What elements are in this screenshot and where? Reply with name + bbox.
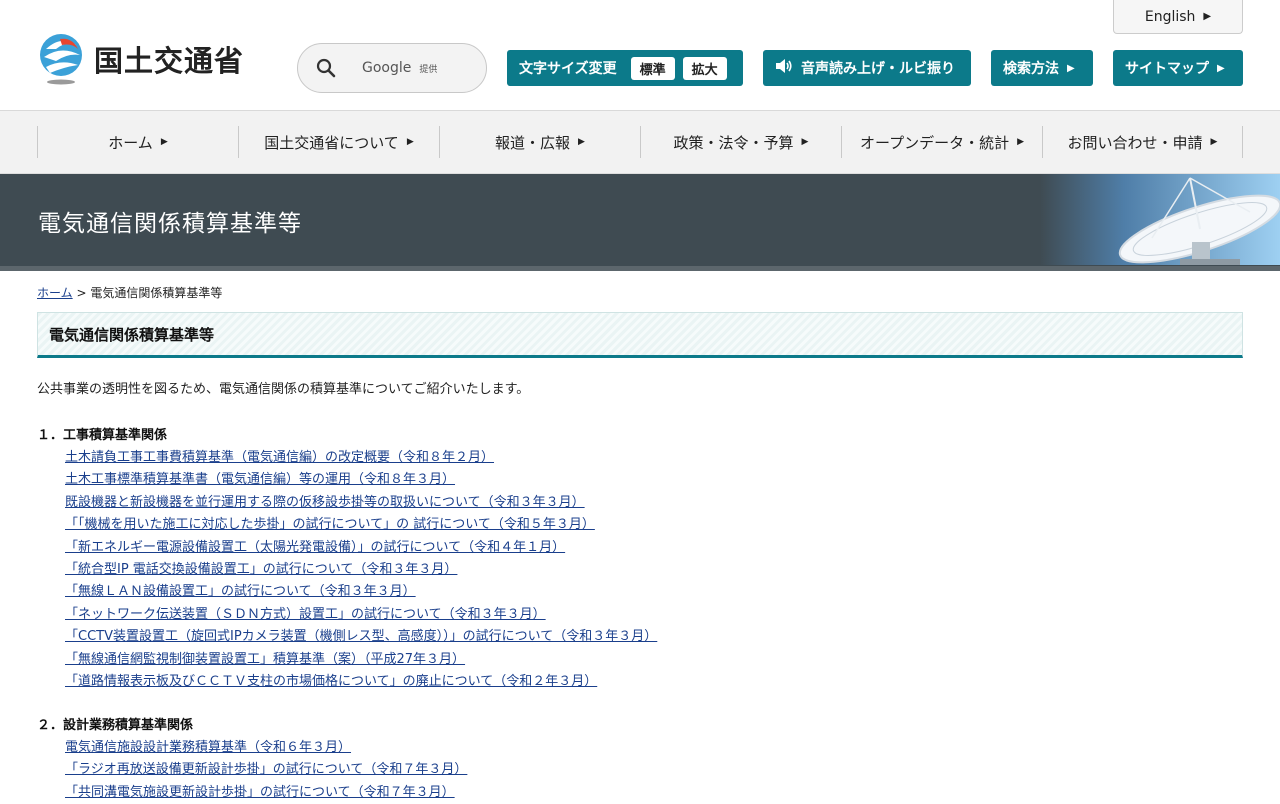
font-size-control: 文字サイズ変更 標準 拡大 [507,50,743,86]
group-design: ２．設計業務積算基準関係 電気通信施設設計業務積算基準（令和６年３月） 「ラジオ… [37,715,467,804]
site-logo[interactable]: 国土交通省 [36,33,244,85]
nav-item-policy[interactable]: 政策・法令・予算 ▶ [640,126,841,158]
list-item: 「統合型IP 電話交換設備設置工」の試行について（令和３年３月） [65,559,657,581]
group-construction: １．工事積算基準関係 土木請負工事工事費積算基準（電気通信編）の改定概要（令和８… [37,425,657,693]
link-list: 土木請負工事工事費積算基準（電気通信編）の改定概要（令和８年２月） 土木工事標準… [37,447,657,693]
search-icon[interactable] [316,58,336,78]
arrow-right-icon: ▶ [1217,62,1225,74]
nav-label: オープンデータ・統計 [859,133,1010,152]
nav-label: お問い合わせ・申請 [1067,133,1203,152]
english-link[interactable]: English ▶ [1113,0,1243,34]
arrow-right-icon: ▶ [1017,137,1025,147]
intro-text: 公共事業の透明性を図るため、電気通信関係の積算基準についてご紹介いたします。 [37,382,530,397]
document-link[interactable]: 土木工事標準積算基準書（電気通信編）等の運用（令和８年３月） [65,472,455,487]
page-banner: 電気通信関係積算基準等 [0,174,1280,271]
banner-title: 電気通信関係積算基準等 [38,211,302,237]
document-link[interactable]: 「共同溝電気施設更新設計歩掛」の試行について（令和７年３月） [65,785,455,800]
document-link[interactable]: 「無線通信網監視制御装置設置工」積算基準（案）（平成27年３月） [65,652,465,667]
document-link[interactable]: 「道路情報表示板及びＣＣＴＶ支柱の市場価格について」の廃止について（令和２年３月… [65,674,597,689]
breadcrumb-home-link[interactable]: ホーム [37,286,73,300]
global-nav: ホーム ▶ 国土交通省について ▶ 報道・広報 ▶ 政策・法令・予算 ▶ オープンデータ… [0,111,1280,174]
sitemap-button[interactable]: サイトマップ ▶ [1113,50,1243,86]
list-item: 「ネットワーク伝送装置（ＳＤＮ方式）設置工」の試行について（令和３年３月） [65,604,657,626]
link-list: 電気通信施設設計業務積算基準（令和６年３月） 「ラジオ再放送設備更新設計歩掛」の… [37,737,467,804]
list-item: 土木工事標準積算基準書（電気通信編）等の運用（令和８年３月） [65,469,657,491]
group-heading: ２．設計業務積算基準関係 [37,718,194,733]
speaker-icon [775,58,793,78]
search-method-label: 検索方法 [1003,61,1059,77]
arrow-right-icon: ▶ [1203,11,1212,22]
nav-item-home[interactable]: ホーム ▶ [37,126,238,158]
breadcrumb-separator: > [76,286,87,300]
document-link[interactable]: 既設機器と新設機器を並行運用する際の仮移設歩掛等の取扱いについて（令和３年３月） [65,495,585,510]
nav-item-press[interactable]: 報道・広報 ▶ [439,126,640,158]
satellite-dish-icon [1040,174,1280,265]
list-item: 「無線ＬＡＮ設備設置工」の試行について（令和３年３月） [65,581,657,603]
nav-item-about[interactable]: 国土交通省について ▶ [238,126,439,158]
search-provider-sub: 提供 [419,64,438,75]
breadcrumb-current: 電気通信関係積算基準等 [90,286,223,300]
sitemap-label: サイトマップ [1125,61,1209,77]
arrow-right-icon: ▶ [160,137,168,147]
logo-text: 国土交通省 [94,44,245,78]
arrow-right-icon: ▶ [406,137,414,147]
mlit-logo-icon [36,33,86,85]
arrow-right-icon: ▶ [578,137,585,147]
voice-ruby-button[interactable]: 音声読み上げ・ルビ振り [763,50,971,86]
nav-label: 政策・法令・予算 [673,133,794,152]
banner-divider [0,266,1280,271]
list-item: 「共同溝電気施設更新設計歩掛」の試行について（令和７年３月） [65,782,467,804]
section-title: 電気通信関係積算基準等 [37,312,1243,358]
font-standard-button[interactable]: 標準 [630,56,675,80]
search-provider-label: Google [362,60,412,76]
search-method-button[interactable]: 検索方法 ▶ [991,50,1093,86]
voice-ruby-label: 音声読み上げ・ルビ振り [801,61,955,77]
document-link[interactable]: 「ネットワーク伝送装置（ＳＤＮ方式）設置工」の試行について（令和３年３月） [65,607,546,622]
nav-item-opendata[interactable]: オープンデータ・統計 ▶ [841,126,1042,158]
list-item: 「無線通信網監視制御装置設置工」積算基準（案）（平成27年３月） [65,649,657,671]
list-item: 電気通信施設設計業務積算基準（令和６年３月） [65,737,467,759]
list-item: 「CCTV装置設置工（旋回式IPカメラ装置（機側レス型、高感度））」の試行につい… [65,626,657,648]
document-link[interactable]: 土木請負工事工事費積算基準（電気通信編）の改定概要（令和８年２月） [65,450,494,465]
arrow-right-icon: ▶ [1210,137,1218,147]
list-item: 既設機器と新設機器を並行運用する際の仮移設歩掛等の取扱いについて（令和３年３月） [65,492,657,514]
document-link[interactable]: 「「機械を用いた施工に対応した歩掛」の試行について」の 試行について（令和５年３… [65,517,595,532]
document-link[interactable]: 「ラジオ再放送設備更新設計歩掛」の試行について（令和７年３月） [65,762,467,777]
english-label: English [1144,8,1196,25]
document-link[interactable]: 「新エネルギー電源設備設置工（太陽光発電設備）」の試行について（令和４年１月） [65,540,565,555]
list-item: 「新エネルギー電源設備設置工（太陽光発電設備）」の試行について（令和４年１月） [65,537,657,559]
arrow-right-icon: ▶ [1067,62,1075,74]
font-large-button[interactable]: 拡大 [682,56,727,80]
list-item: 「ラジオ再放送設備更新設計歩掛」の試行について（令和７年３月） [65,759,467,781]
nav-item-contact[interactable]: お問い合わせ・申請 ▶ [1042,126,1243,158]
nav-label: 国土交通省について [264,133,399,152]
document-link[interactable]: 「CCTV装置設置工（旋回式IPカメラ装置（機側レス型、高感度））」の試行につい… [65,629,657,644]
group-heading: １．工事積算基準関係 [37,428,168,443]
list-item: 「道路情報表示板及びＣＣＴＶ支柱の市場価格について」の廃止について（令和２年３月… [65,671,657,693]
document-link[interactable]: 「統合型IP 電話交換設備設置工」の試行について（令和３年３月） [65,562,457,577]
site-header: 国土交通省 Google 提供 文字サイズ変更 標準 拡大 音声読み上げ・ルビ振… [0,0,1280,111]
nav-label: 報道・広報 [495,133,571,152]
list-item: 土木請負工事工事費積算基準（電気通信編）の改定概要（令和８年２月） [65,447,657,469]
document-link[interactable]: 「無線ＬＡＮ設備設置工」の試行について（令和３年３月） [65,584,416,599]
arrow-right-icon: ▶ [801,137,809,147]
list-item: 「「機械を用いた施工に対応した歩掛」の試行について」の 試行について（令和５年３… [65,514,657,536]
breadcrumb: ホーム > 電気通信関係積算基準等 [37,284,222,301]
font-size-label: 文字サイズ変更 [519,61,617,77]
google-search-box[interactable]: Google 提供 [297,43,487,93]
nav-label: ホーム [108,133,153,152]
document-link[interactable]: 電気通信施設設計業務積算基準（令和６年３月） [65,740,351,755]
